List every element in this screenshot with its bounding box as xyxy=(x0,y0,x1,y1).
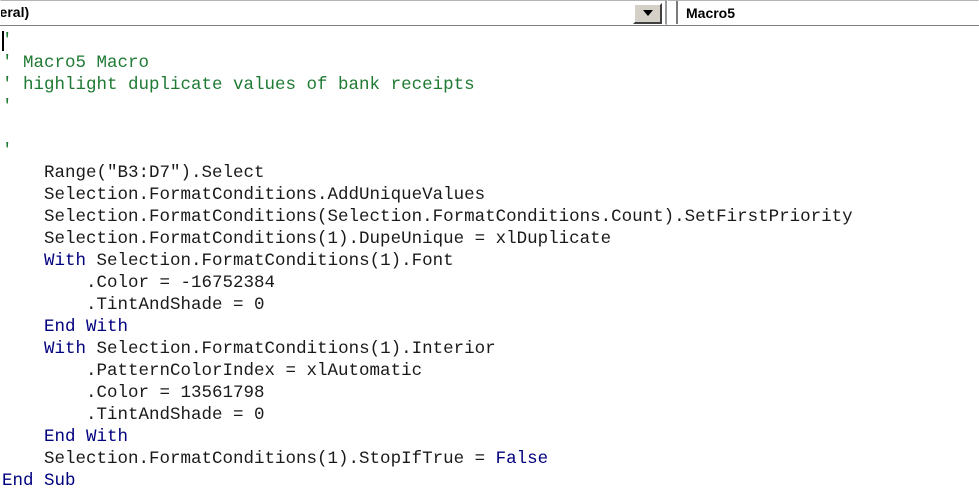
code-window-toolbar: neral) Macro5 xyxy=(0,0,979,26)
code-token-plain: .Color = -16752384 xyxy=(2,273,276,293)
code-editor-pane[interactable]: ' ' Macro5 Macro ' highlight duplicate val… xyxy=(0,26,979,500)
procedure-combo[interactable]: Macro5 xyxy=(667,0,979,25)
code-line[interactable]: End With xyxy=(0,316,979,338)
procedure-combo-value: Macro5 xyxy=(686,4,736,21)
code-line[interactable]: ' xyxy=(0,96,979,118)
code-line[interactable]: End With xyxy=(0,426,979,448)
code-line[interactable]: ' Macro5 Macro xyxy=(0,52,979,74)
code-token-comment: ' highlight duplicate values of bank rec… xyxy=(2,75,475,95)
code-line[interactable]: End Sub xyxy=(0,470,979,492)
procedure-combo-field[interactable]: Macro5 xyxy=(676,1,978,24)
code-line[interactable]: ' highlight duplicate values of bank rec… xyxy=(0,74,979,96)
code-token-kw: End With xyxy=(44,427,129,447)
code-token-plain: .TintAndShade = 0 xyxy=(2,405,265,425)
code-line[interactable]: .TintAndShade = 0 xyxy=(0,404,979,426)
code-lines-container: ' ' Macro5 Macro ' highlight duplicate val… xyxy=(0,30,979,492)
code-line[interactable]: ' xyxy=(0,140,979,162)
code-line[interactable]: Selection.FormatConditions(1).DupeUnique… xyxy=(0,228,979,250)
code-token-plain: Selection.FormatConditions(1).Font xyxy=(86,251,454,271)
code-token-kw: End Sub xyxy=(2,471,76,491)
code-line[interactable]: .TintAndShade = 0 xyxy=(0,294,979,316)
code-token-plain: Selection.FormatConditions.AddUniqueValu… xyxy=(2,185,486,205)
code-token-plain: Selection.FormatConditions(Selection.For… xyxy=(2,207,853,227)
code-token-kw: With xyxy=(44,339,87,359)
code-token-plain: Selection.FormatConditions(1).DupeUnique… xyxy=(2,229,612,249)
code-line[interactable]: Range("B3:D7").Select xyxy=(0,162,979,184)
code-token-plain: .TintAndShade = 0 xyxy=(2,295,265,315)
code-token-plain: .PatternColorIndex = xlAutomatic xyxy=(2,361,423,381)
code-line[interactable]: .Color = 13561798 xyxy=(0,382,979,404)
object-combo-value: neral) xyxy=(1,3,30,20)
code-line[interactable]: Selection.FormatConditions(1).StopIfTrue… xyxy=(0,448,979,470)
code-line[interactable]: .PatternColorIndex = xlAutomatic xyxy=(0,360,979,382)
object-combo[interactable]: neral) xyxy=(0,0,667,25)
code-token-comment: ' Macro5 Macro xyxy=(2,53,150,73)
code-token-kw: End With xyxy=(44,317,129,337)
code-token-plain: .Color = 13561798 xyxy=(2,383,265,403)
code-token-plain: Range("B3:D7").Select xyxy=(2,163,265,183)
code-line[interactable]: With Selection.FormatConditions(1).Inter… xyxy=(0,338,979,360)
code-line[interactable]: ' xyxy=(0,30,979,52)
chevron-down-icon xyxy=(642,10,653,16)
code-token-plain: Selection.FormatConditions(1).StopIfTrue… xyxy=(2,449,496,469)
code-line[interactable]: Selection.FormatConditions(Selection.For… xyxy=(0,206,979,228)
object-combo-field[interactable]: neral) xyxy=(1,4,633,22)
object-combo-dropdown-button[interactable] xyxy=(633,2,662,24)
code-line[interactable]: Selection.FormatConditions.AddUniqueValu… xyxy=(0,184,979,206)
code-token-plain: Selection.FormatConditions(1).Interior xyxy=(86,339,496,359)
code-token-comment: ' xyxy=(2,97,13,117)
code-token-kw: False xyxy=(495,449,549,469)
code-line[interactable] xyxy=(0,118,979,140)
code-token-kw: With xyxy=(44,251,87,271)
code-line[interactable]: With Selection.FormatConditions(1).Font xyxy=(0,250,979,272)
code-line[interactable]: .Color = -16752384 xyxy=(0,272,979,294)
code-token-comment: ' xyxy=(2,141,13,161)
text-caret xyxy=(2,31,4,51)
